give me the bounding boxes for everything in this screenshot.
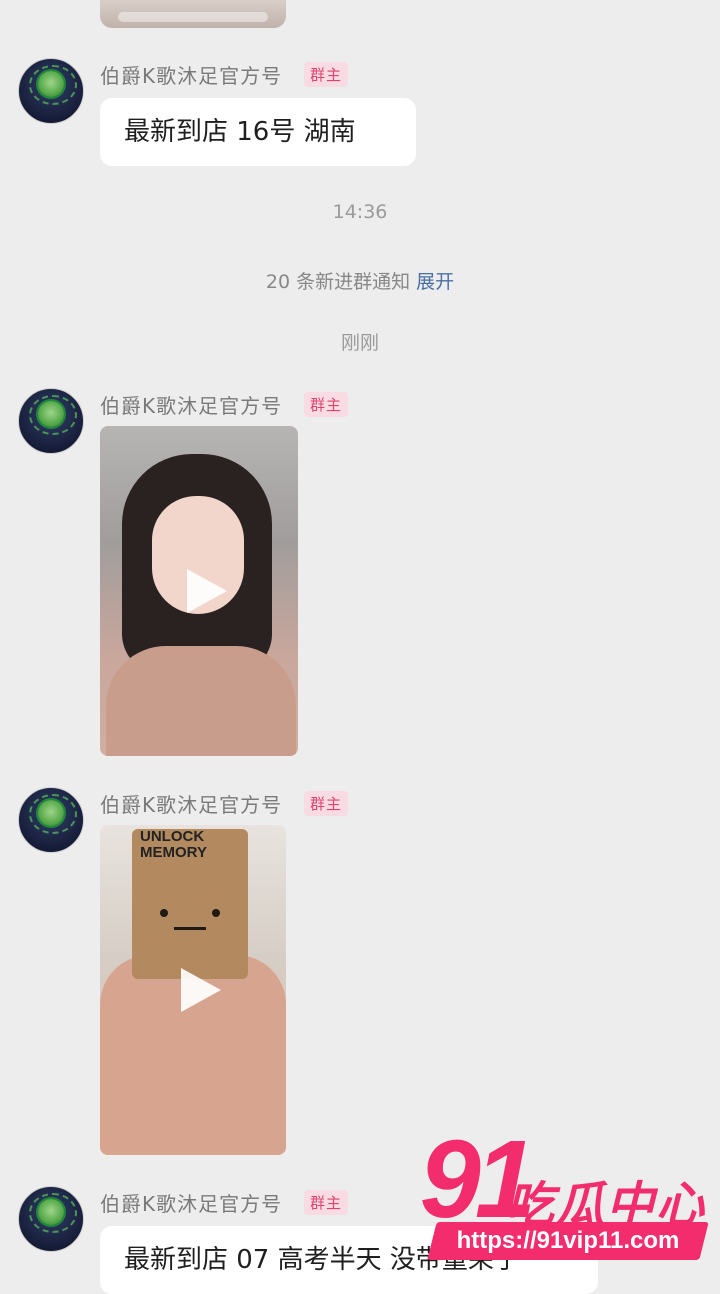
watermark-url: https://91vip11.com — [456, 1227, 680, 1254]
role-badge: 群主 — [304, 392, 349, 417]
role-badge: 群主 — [304, 791, 349, 816]
sender-avatar[interactable] — [18, 388, 84, 454]
timestamp: 刚刚 — [340, 332, 379, 354]
watermark-url-banner: https://91vip11.com — [427, 1222, 709, 1260]
avatar-logo — [38, 401, 64, 427]
video-message[interactable] — [100, 426, 298, 756]
sender-name: 伯爵K歌沐足官方号 — [100, 64, 283, 88]
sender-name: 伯爵K歌沐足官方号 — [100, 394, 283, 418]
avatar-logo — [38, 800, 64, 826]
join-notice-text: 20 条新进群通知 — [265, 271, 411, 293]
play-icon[interactable] — [187, 569, 227, 613]
sender-name: 伯爵K歌沐足官方号 — [100, 793, 283, 817]
video-scene-body — [106, 646, 296, 756]
video-message[interactable]: UNLOCK MEMORY — [100, 825, 286, 1155]
role-badge: 群主 — [304, 1190, 349, 1215]
timestamp: 14:36 — [332, 201, 388, 223]
sender-name: 伯爵K歌沐足官方号 — [100, 1192, 283, 1216]
sender-avatar[interactable] — [18, 1186, 84, 1252]
avatar-logo — [38, 71, 64, 97]
expand-link[interactable]: 展开 — [416, 271, 454, 293]
bag-mouth — [174, 927, 206, 930]
sender-avatar[interactable] — [18, 58, 84, 124]
play-icon[interactable] — [181, 968, 221, 1012]
bag-print-text: UNLOCK MEMORY — [140, 828, 207, 861]
avatar-logo — [38, 1199, 64, 1225]
join-notice: 20 条新进群通知 展开 — [0, 267, 720, 294]
message-bubble[interactable]: 最新到店 16号 湖南 — [100, 98, 416, 166]
bag-eyes — [160, 909, 220, 917]
role-badge: 群主 — [304, 62, 349, 87]
previous-image-thumbnail[interactable] — [100, 0, 286, 28]
sender-avatar[interactable] — [18, 787, 84, 853]
